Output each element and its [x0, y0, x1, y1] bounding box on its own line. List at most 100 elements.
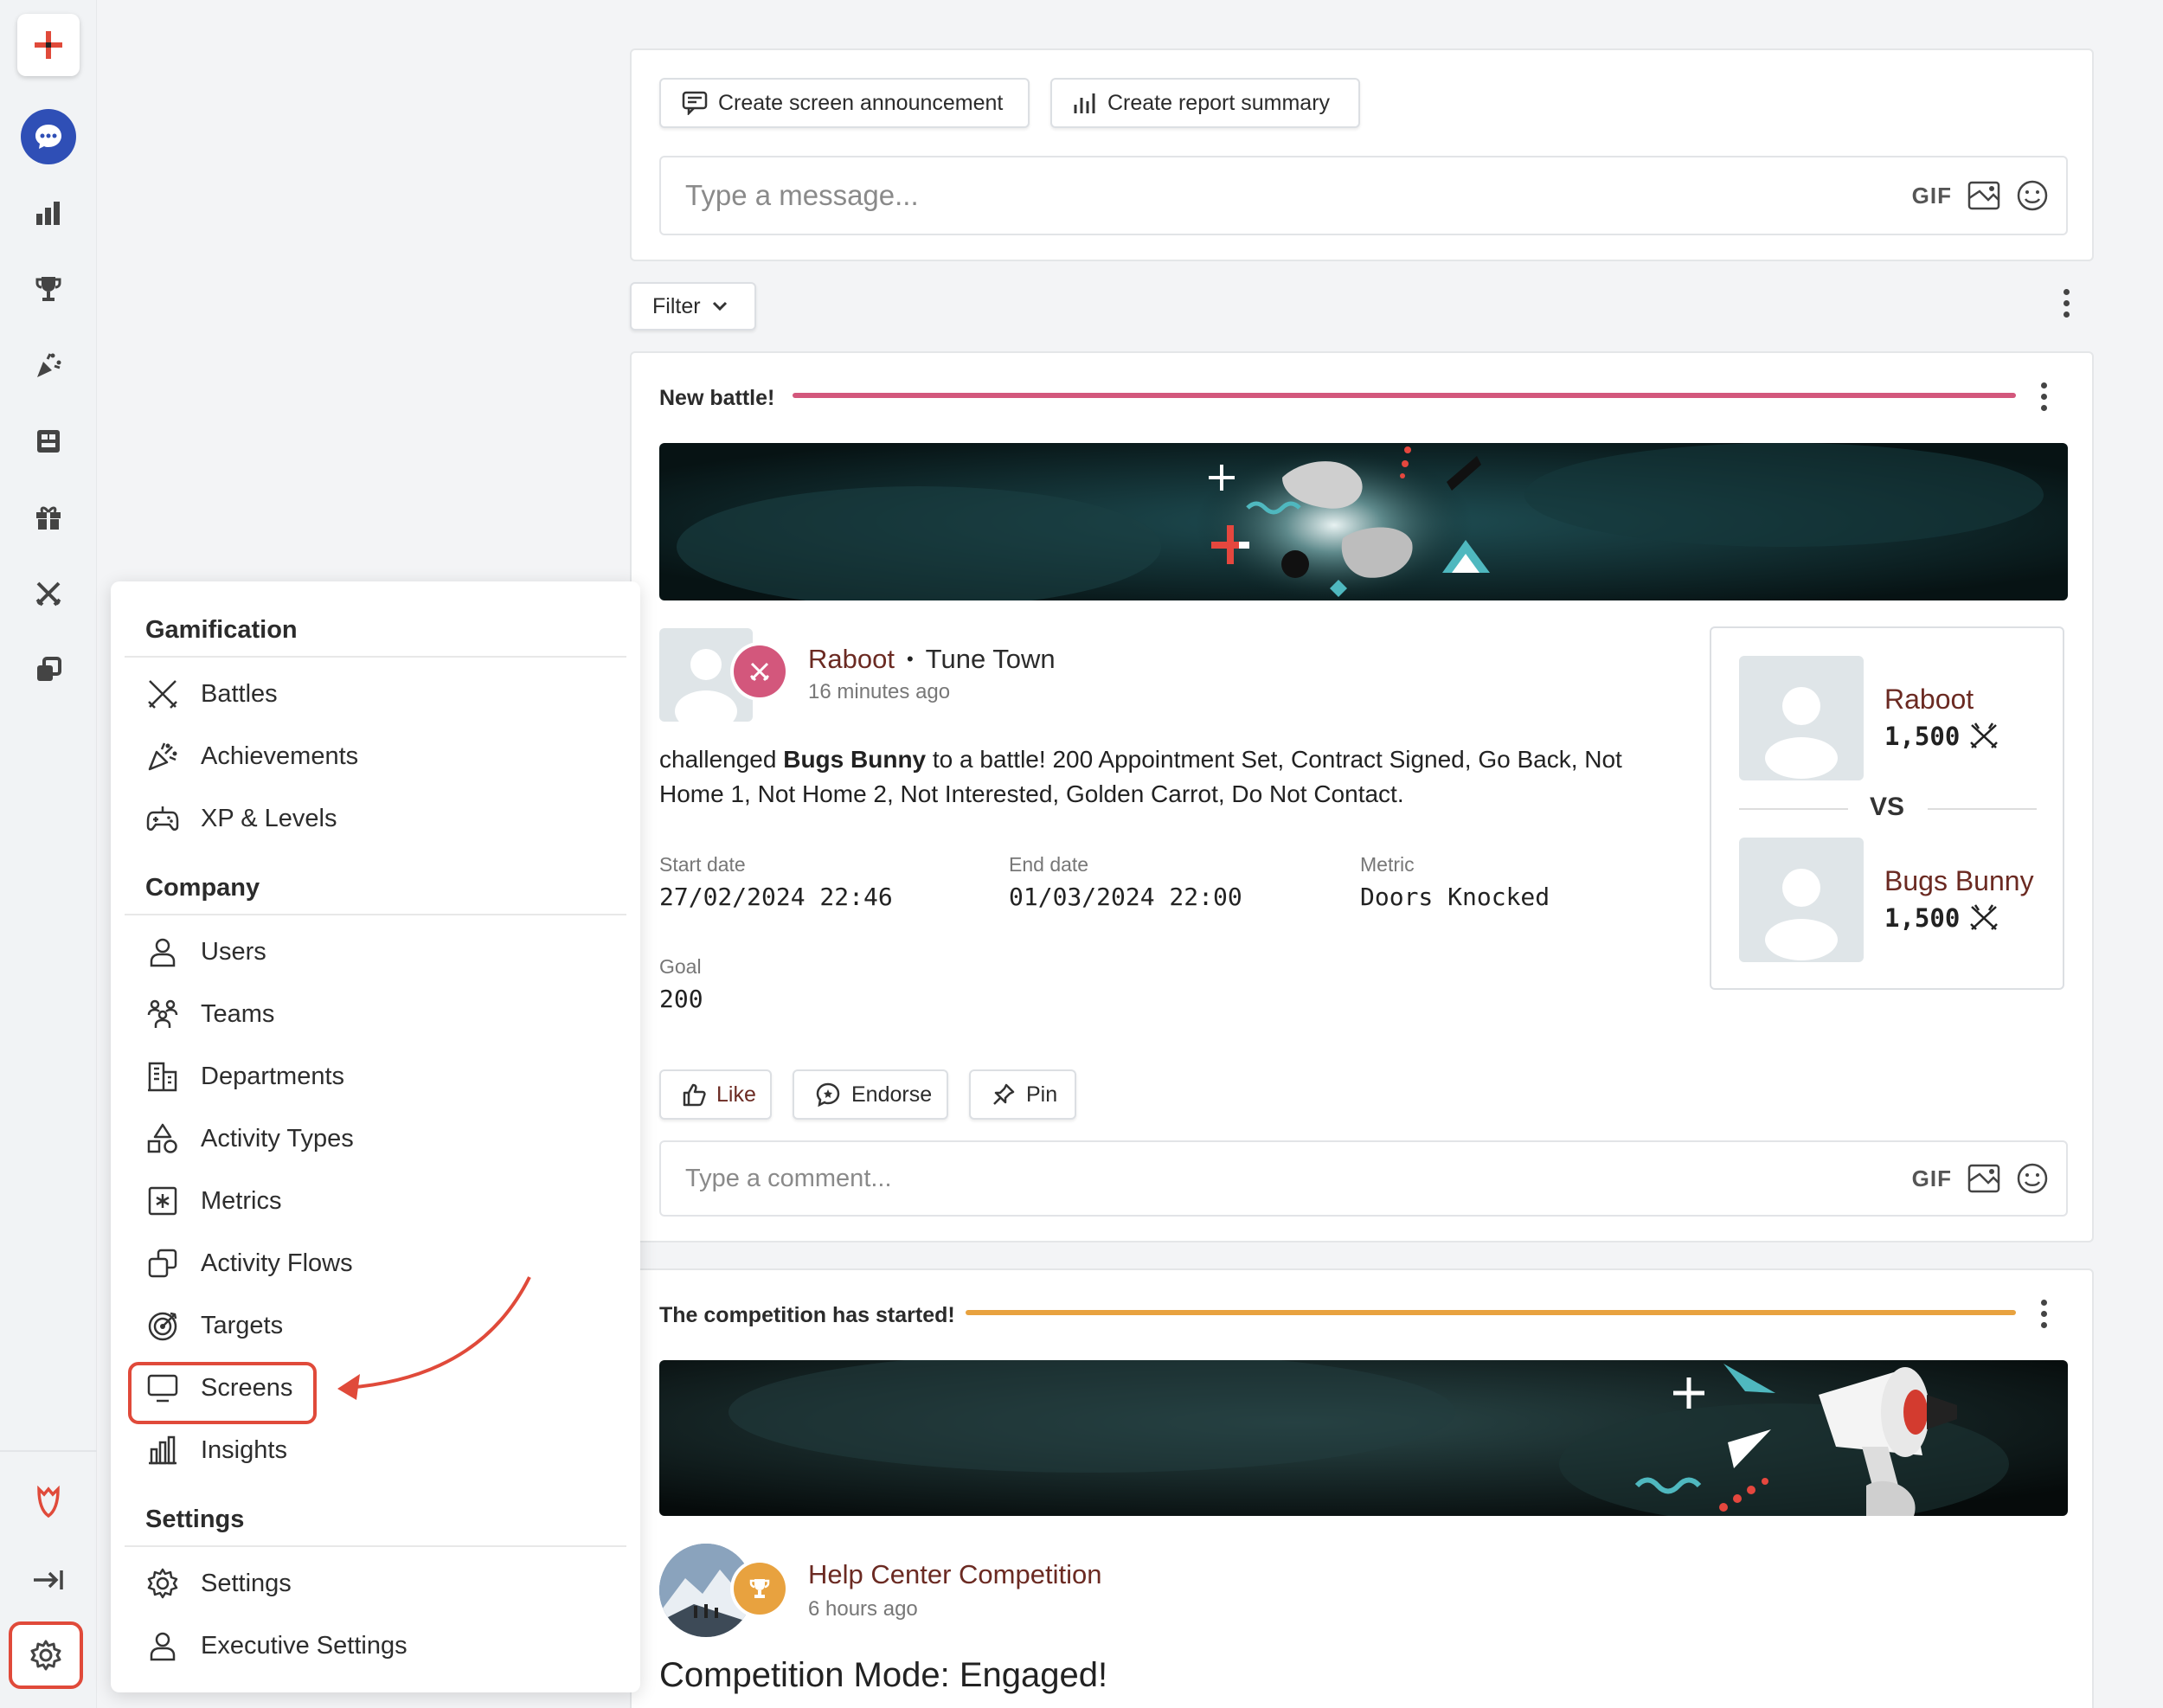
- add-button[interactable]: [17, 14, 80, 76]
- image-icon[interactable]: [1967, 181, 2000, 210]
- menu-item-executive-settings[interactable]: Executive Settings: [145, 1621, 613, 1670]
- player2-avatar[interactable]: [1739, 838, 1864, 962]
- battle-post-options-icon[interactable]: [2035, 382, 2052, 411]
- nav-competitions[interactable]: [17, 258, 80, 320]
- menu-divider: [125, 1545, 626, 1547]
- nav-feed[interactable]: [17, 106, 80, 168]
- menu-item-insights[interactable]: Insights: [145, 1426, 613, 1474]
- collapse-button[interactable]: [17, 1549, 80, 1611]
- author-name-link[interactable]: Raboot: [808, 644, 895, 675]
- feed-options-icon[interactable]: [2057, 289, 2075, 318]
- description-prefix: challenged: [659, 746, 784, 773]
- gamepad-icon: [145, 801, 180, 836]
- bar-chart-icon: [36, 202, 60, 225]
- insights-icon: [145, 1433, 180, 1467]
- menu-item-label: Battles: [201, 679, 278, 708]
- menu-item-settings[interactable]: Settings: [145, 1559, 613, 1608]
- pin-icon: [992, 1082, 1016, 1107]
- comment-placeholder: Type a comment...: [685, 1164, 892, 1192]
- brand-logo[interactable]: [17, 1471, 80, 1533]
- nav-achievements[interactable]: [17, 334, 80, 396]
- create-report-summary-button[interactable]: Create report summary: [1050, 78, 1360, 128]
- menu-item-label: Metrics: [201, 1186, 282, 1215]
- gif-button[interactable]: GIF: [1912, 183, 1952, 209]
- start-date-label: Start date: [659, 853, 746, 876]
- screens-highlight-box: [128, 1362, 317, 1424]
- settings-button[interactable]: [9, 1621, 83, 1689]
- brand-logo-icon: [37, 1486, 60, 1519]
- competition-author-link[interactable]: Help Center Competition: [808, 1559, 1101, 1590]
- message-input[interactable]: Type a message... GIF: [659, 156, 2068, 235]
- gear-icon: [145, 1566, 180, 1601]
- battle-post-card: New battle! Raboot • Tune Town 16 minute…: [630, 351, 2094, 1242]
- report-chart-icon: [1073, 91, 1097, 115]
- opponent-name: Bugs Bunny: [783, 746, 927, 773]
- annotation-arrow-icon: [337, 1276, 531, 1400]
- competition-post-card: The competition has started! Help Center…: [630, 1268, 2094, 1708]
- menu-item-metrics[interactable]: Metrics: [145, 1177, 613, 1225]
- end-date-label: End date: [1009, 853, 1089, 876]
- competition-post-title: The competition has started!: [659, 1303, 955, 1327]
- menu-divider: [125, 914, 626, 915]
- menu-item-battles[interactable]: Battles: [145, 670, 613, 718]
- user-icon: [145, 934, 180, 969]
- menu-section-gamification: Gamification: [145, 616, 298, 644]
- metric-value: Doors Knocked: [1360, 883, 1550, 911]
- player1-avatar[interactable]: [1739, 656, 1864, 780]
- create-report-summary-label: Create report summary: [1107, 90, 1331, 115]
- menu-item-teams[interactable]: Teams: [145, 990, 613, 1038]
- competition-badge: [730, 1559, 789, 1618]
- goal-label: Goal: [659, 955, 702, 978]
- menu-item-label: Departments: [201, 1062, 345, 1090]
- menu-item-users[interactable]: Users: [145, 928, 613, 976]
- left-rail: [0, 0, 97, 1708]
- comment-gif-button[interactable]: GIF: [1912, 1165, 1952, 1192]
- nav-activity-flows[interactable]: [17, 639, 80, 701]
- announcement-icon: [682, 91, 708, 115]
- create-screen-announcement-label: Create screen announcement: [718, 90, 1004, 115]
- menu-item-achievements[interactable]: Achievements: [145, 732, 613, 780]
- nav-leaderboards[interactable]: [17, 410, 80, 472]
- endorse-button[interactable]: Endorse: [793, 1069, 948, 1120]
- menu-item-xp-levels[interactable]: XP & Levels: [145, 794, 613, 843]
- menu-item-label: Achievements: [201, 742, 359, 770]
- battle-post-title: New battle!: [659, 386, 775, 410]
- battle-swords-icon: [145, 677, 180, 711]
- plus-icon: [35, 31, 62, 59]
- pin-button[interactable]: Pin: [969, 1069, 1076, 1120]
- user-icon: [145, 1628, 180, 1663]
- emoji-icon[interactable]: [2016, 179, 2049, 212]
- collapse-icon: [34, 1570, 63, 1589]
- create-screen-announcement-button[interactable]: Create screen announcement: [659, 78, 1030, 128]
- endorse-label: Endorse: [851, 1082, 933, 1107]
- emoji-icon[interactable]: [2016, 1162, 2049, 1195]
- author-team: Tune Town: [925, 644, 1056, 674]
- like-button[interactable]: Like: [659, 1069, 772, 1120]
- competition-post-options-icon[interactable]: [2035, 1300, 2052, 1328]
- battle-score-icon: [1970, 904, 1999, 930]
- filter-label: Filter: [652, 293, 701, 318]
- menu-item-activity-types[interactable]: Activity Types: [145, 1114, 613, 1163]
- nav-rewards[interactable]: [17, 486, 80, 549]
- like-label: Like: [716, 1082, 756, 1107]
- comment-input[interactable]: Type a comment... GIF: [659, 1140, 2068, 1217]
- battle-swords-icon: [749, 662, 770, 682]
- player1-name[interactable]: Raboot: [1884, 684, 1974, 716]
- menu-item-departments[interactable]: Departments: [145, 1052, 613, 1101]
- menu-item-label: Teams: [201, 999, 275, 1028]
- player2-name[interactable]: Bugs Bunny: [1884, 865, 2034, 897]
- filter-button[interactable]: Filter: [630, 282, 756, 331]
- menu-item-label: Executive Settings: [201, 1631, 408, 1660]
- nav-stats[interactable]: [17, 182, 80, 244]
- metrics-icon: [145, 1184, 180, 1218]
- target-icon: [145, 1308, 180, 1343]
- author-line: Raboot • Tune Town: [808, 644, 1056, 675]
- nav-battles[interactable]: [17, 562, 80, 625]
- player2-score-row: 1,500: [1884, 903, 1999, 933]
- competition-title-bar: [966, 1310, 2016, 1315]
- battle-badge: [730, 642, 789, 701]
- battle-score-icon: [1970, 722, 1999, 748]
- settings-menu: Gamification Battles Achievements XP & L…: [111, 581, 640, 1692]
- image-icon[interactable]: [1967, 1164, 2000, 1193]
- pin-label: Pin: [1026, 1082, 1058, 1107]
